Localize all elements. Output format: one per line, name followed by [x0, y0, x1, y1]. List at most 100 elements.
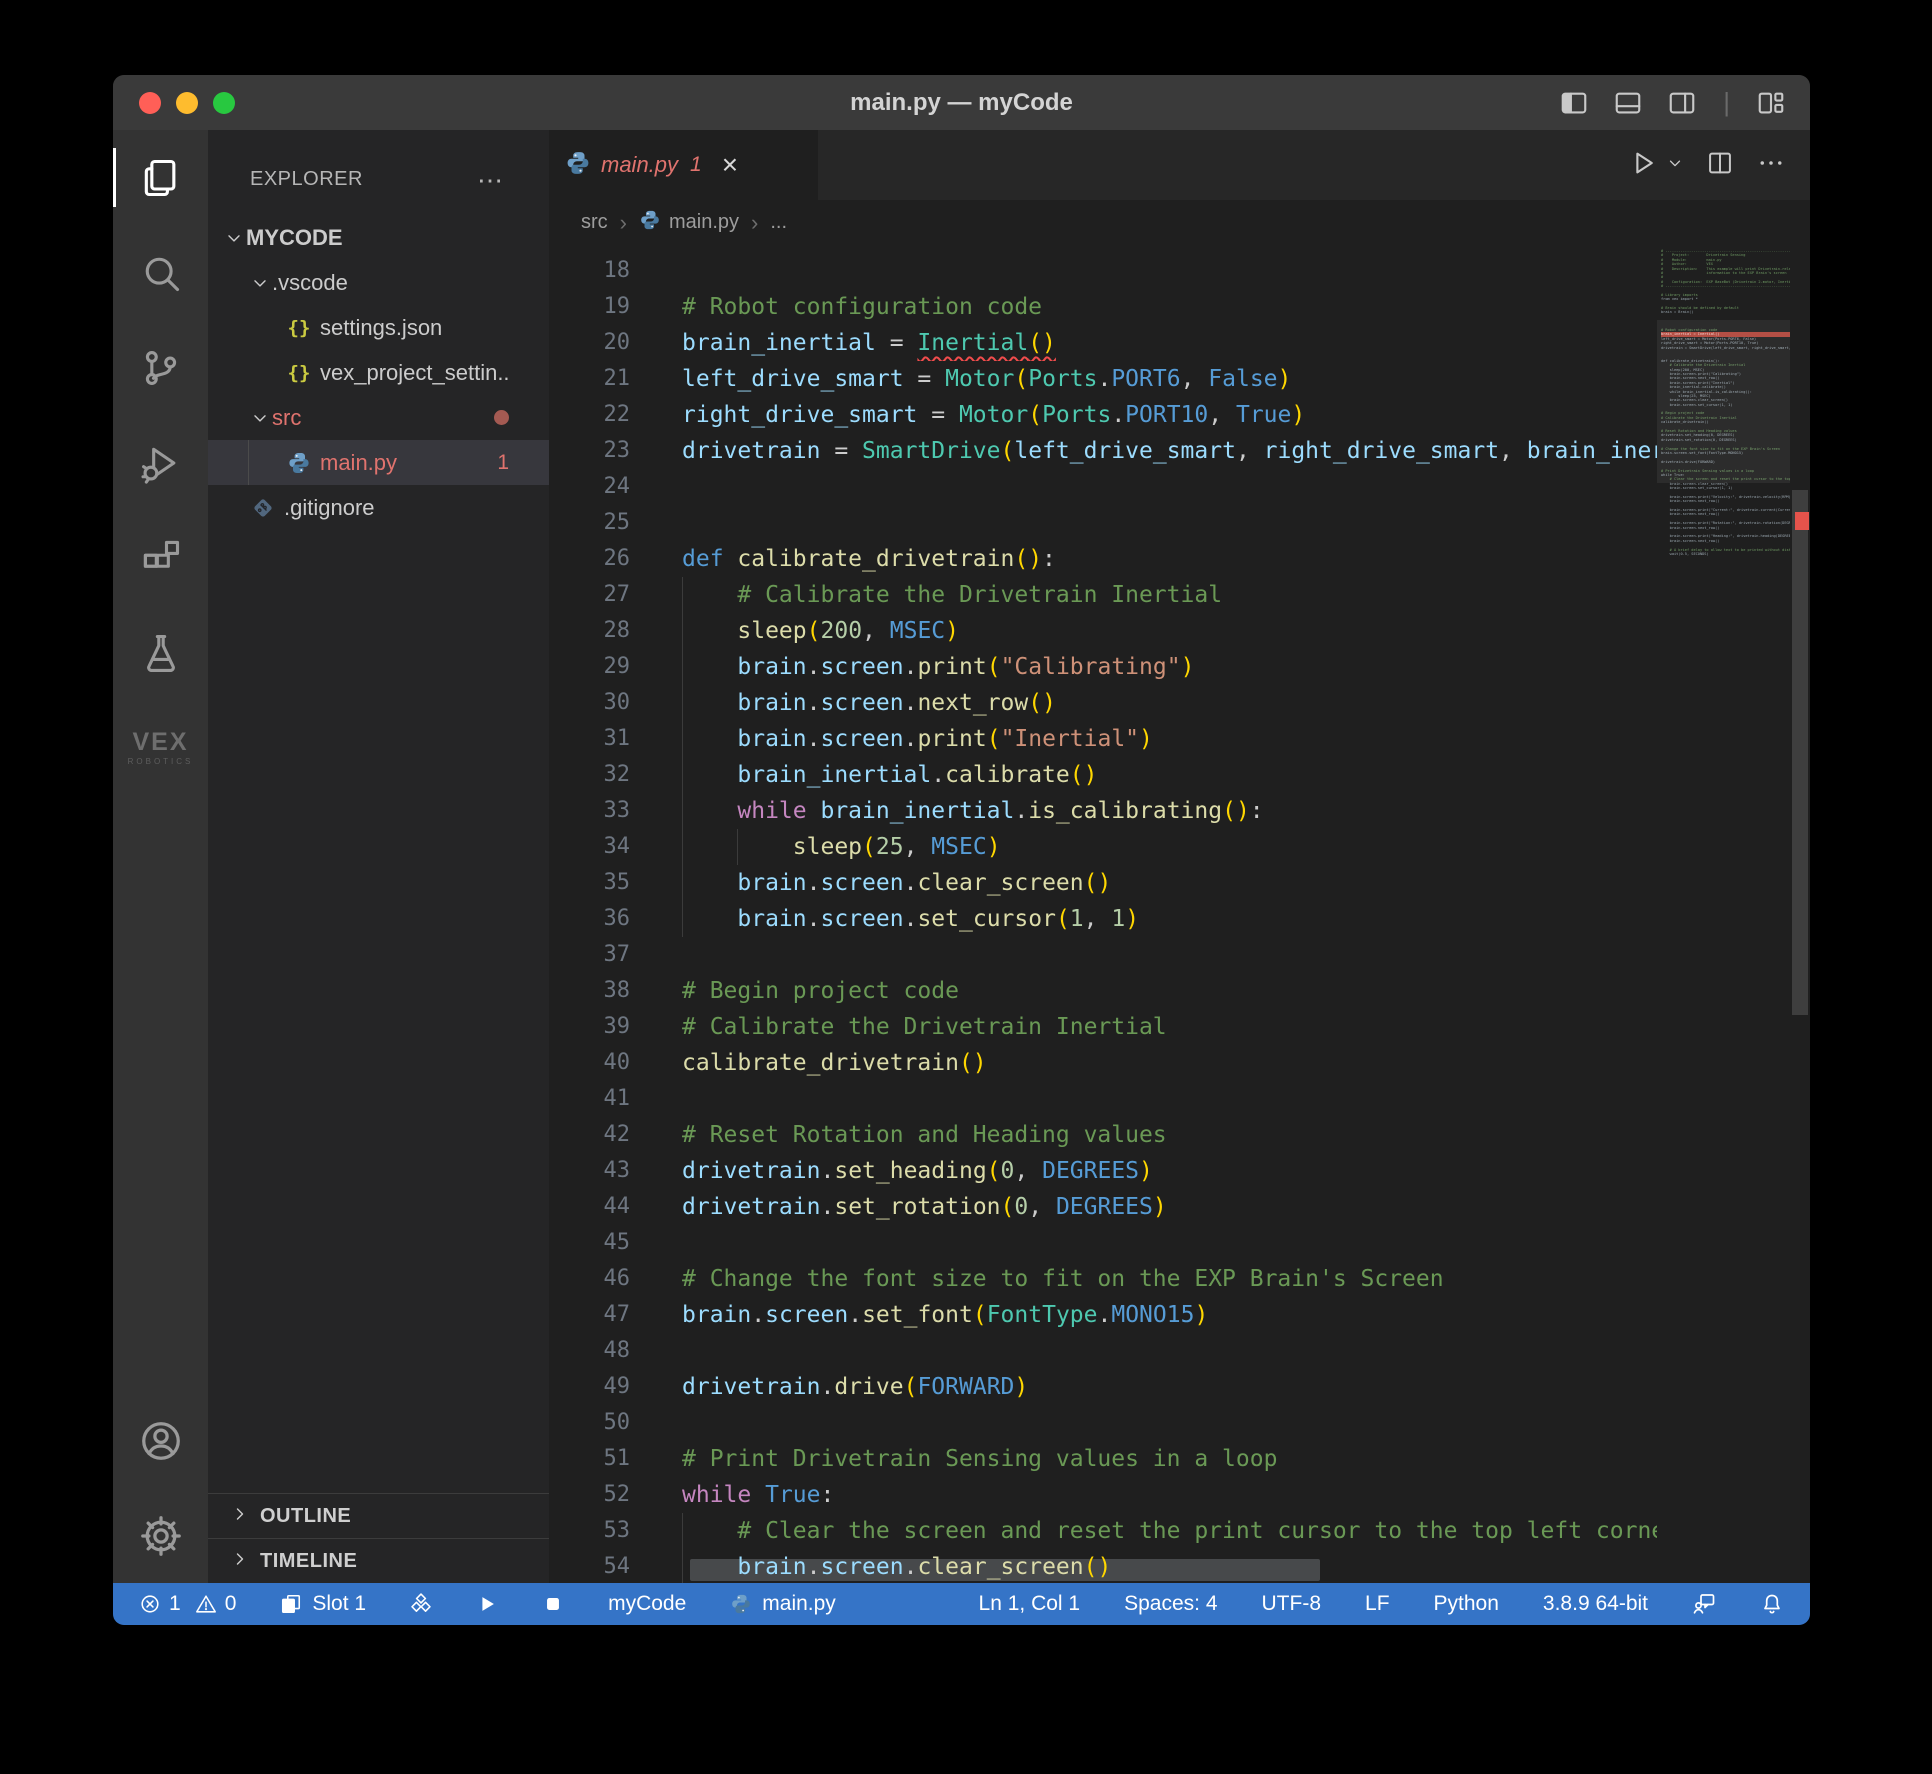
status-label: myCode: [608, 1592, 686, 1616]
code-line: 19# Robot configuration code: [549, 289, 1657, 325]
tree-item--vscode[interactable]: .vscode: [208, 260, 549, 305]
split-editor-button[interactable]: [1706, 149, 1734, 182]
line-number: 37: [549, 937, 682, 973]
code-text: brain_inertial.calibrate(): [682, 757, 1657, 793]
json-icon: {}: [284, 317, 314, 339]
tree-item-vex-project-settin-[interactable]: {}vex_project_settin...: [208, 350, 549, 395]
activity-settings-gear-icon[interactable]: [113, 1488, 208, 1583]
code-area[interactable]: 1819# Robot configuration code20brain_in…: [549, 245, 1810, 1583]
indent-guide: [682, 901, 683, 937]
status-3-8-9-64-bit[interactable]: 3.8.9 64-bit: [1543, 1592, 1648, 1616]
toggle-secondary-sidebar-icon[interactable]: [1667, 88, 1697, 118]
status-spaces-4[interactable]: Spaces: 4: [1124, 1592, 1217, 1616]
code-text: [682, 505, 1657, 541]
python-icon: [284, 451, 314, 475]
indent-guide: [682, 865, 683, 901]
code-text: [682, 1405, 1657, 1441]
status-feedback-icon[interactable]: [1692, 1592, 1716, 1616]
code-line: 46# Change the font size to fit on the E…: [549, 1261, 1657, 1297]
activity-vex-logo[interactable]: VEXROBOTICS: [113, 700, 208, 795]
problem-count-badge: 1: [497, 451, 509, 475]
activity-test-flask-icon[interactable]: [113, 605, 208, 700]
breadcrumb-separator: ›: [751, 210, 758, 236]
code-text: left_drive_smart = Motor(Ports.PORT6, Fa…: [682, 361, 1657, 397]
activity-extensions-icon[interactable]: [113, 510, 208, 605]
run-button[interactable]: [1628, 148, 1658, 183]
status-utf-8[interactable]: UTF-8: [1262, 1592, 1322, 1616]
minimap-slider[interactable]: [1657, 320, 1790, 483]
code-text: brain.screen.set_cursor(1, 1): [682, 901, 1657, 937]
section-label: OUTLINE: [260, 1505, 351, 1528]
code-line: 31 brain.screen.print("Inertial"): [549, 721, 1657, 757]
status-stop-icon[interactable]: [542, 1593, 564, 1615]
line-number: 41: [549, 1081, 682, 1117]
breadcrumb-item[interactable]: main.py: [639, 209, 739, 237]
minimap-line: # information to the EXP Brain's screen: [1661, 271, 1790, 275]
chevron-down-icon: [248, 408, 272, 428]
status-play-icon[interactable]: [476, 1593, 498, 1615]
line-number: 43: [549, 1153, 682, 1189]
vex-sublabel: ROBOTICS: [128, 758, 194, 766]
tree-item-label: main.py: [320, 450, 397, 476]
vertical-scrollbar-thumb[interactable]: [1792, 490, 1808, 1015]
tree-item-label: .gitignore: [284, 495, 375, 521]
explorer-more-actions-icon[interactable]: ⋯: [477, 175, 505, 185]
code-line: 37: [549, 937, 1657, 973]
tree-item-label: vex_project_settin...: [320, 360, 509, 386]
problems-status[interactable]: 10: [139, 1592, 236, 1616]
tree-item-src[interactable]: src: [208, 395, 549, 440]
tree-item-label: settings.json: [320, 315, 442, 341]
python-icon: [639, 209, 661, 237]
breadcrumb-item[interactable]: src: [581, 211, 608, 234]
status-python[interactable]: Python: [1434, 1592, 1499, 1616]
breadcrumb-item[interactable]: ...: [770, 211, 787, 234]
section-outline[interactable]: OUTLINE: [208, 1493, 549, 1538]
bell-icon: [1760, 1592, 1784, 1616]
vertical-scrollbar[interactable]: [1790, 245, 1810, 1583]
minimap[interactable]: # --------------------------------------…: [1657, 245, 1790, 1583]
layout-controls: |: [1559, 75, 1786, 130]
status-blocks-icon[interactable]: [410, 1593, 432, 1615]
code-text: calibrate_drivetrain(): [682, 1045, 1657, 1081]
tree-item-settings-json[interactable]: {} settings.json: [208, 305, 549, 350]
activity-source-control-icon[interactable]: [113, 320, 208, 415]
minimap-line: brain.screen.print("Rotation:", drivetra…: [1661, 521, 1790, 525]
line-number: 39: [549, 1009, 682, 1045]
activity-files-icon[interactable]: [113, 130, 208, 225]
indent-guide: [682, 829, 683, 865]
tab-main-py[interactable]: main.py 1 ×: [549, 130, 818, 200]
code-text: drivetrain.set_rotation(0, DEGREES): [682, 1189, 1657, 1225]
chevron-right-icon: [230, 1549, 250, 1574]
run-dropdown-icon[interactable]: [1666, 154, 1684, 177]
customize-layout-icon[interactable]: [1756, 88, 1786, 118]
tree-item--gitignore[interactable]: .gitignore: [208, 485, 549, 530]
status-main-py[interactable]: main.py: [730, 1592, 836, 1616]
status-mycode[interactable]: myCode: [608, 1592, 686, 1616]
line-number: 31: [549, 721, 682, 757]
toggle-sidebar-icon[interactable]: [1559, 88, 1589, 118]
indent-guide: [682, 613, 683, 649]
code-text: while brain_inertial.is_calibrating():: [682, 793, 1657, 829]
code-line: 38# Begin project code: [549, 973, 1657, 1009]
activity-search-icon[interactable]: [113, 225, 208, 320]
status-ln-1-col-1[interactable]: Ln 1, Col 1: [979, 1592, 1081, 1616]
activity-account-icon[interactable]: [113, 1393, 208, 1488]
more-actions-button[interactable]: [1756, 148, 1786, 183]
section-timeline[interactable]: TIMELINE: [208, 1538, 549, 1583]
indent-guide: [682, 721, 683, 757]
code-line: 32 brain_inertial.calibrate(): [549, 757, 1657, 793]
tree-item-mycode[interactable]: MYCODE: [208, 215, 549, 260]
activity-run-debug-icon[interactable]: [113, 415, 208, 510]
workbench: VEXROBOTICS EXPLORER ⋯ MYCODE.vscode{}se…: [113, 130, 1810, 1583]
editor-group: main.py 1 × src›main.py›... 1819# Robot …: [549, 130, 1810, 1583]
code-text: # Reset Rotation and Heading values: [682, 1117, 1657, 1153]
line-number: 26: [549, 541, 682, 577]
status-bell-icon[interactable]: [1760, 1592, 1784, 1616]
status-lf[interactable]: LF: [1365, 1592, 1390, 1616]
line-number: 34: [549, 829, 682, 865]
line-number: 42: [549, 1117, 682, 1153]
status-slot-1[interactable]: Slot 1: [280, 1592, 366, 1616]
tab-close-icon[interactable]: ×: [722, 151, 738, 179]
tree-item-main-py[interactable]: main.py 1: [208, 440, 549, 485]
toggle-panel-icon[interactable]: [1613, 88, 1643, 118]
